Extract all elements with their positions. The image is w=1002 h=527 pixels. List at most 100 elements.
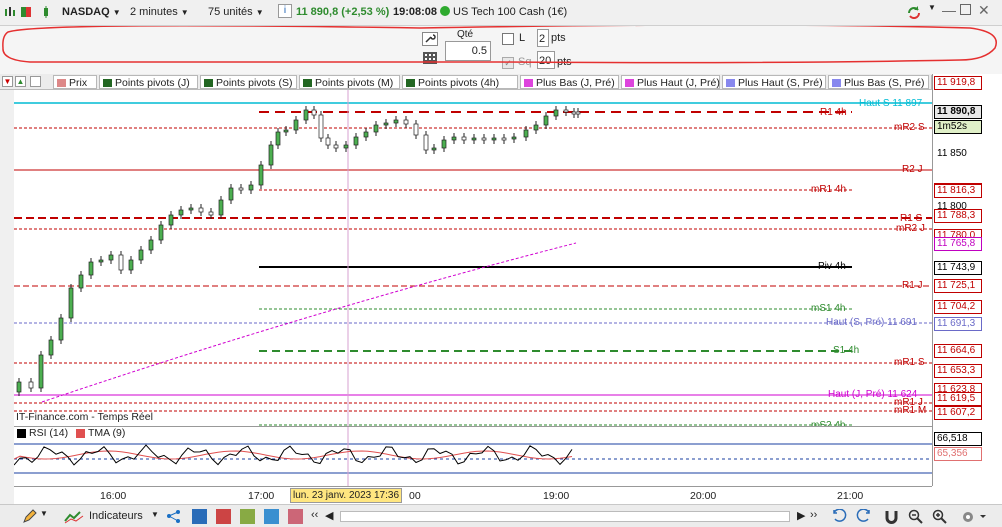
zoom-in-icon[interactable] xyxy=(932,509,947,524)
refresh-icon[interactable] xyxy=(906,5,922,21)
arrow-down-icon[interactable]: ▼ xyxy=(2,76,13,87)
level-label-s1-4h: S1 4h xyxy=(833,345,860,356)
maximize-icon[interactable] xyxy=(960,4,971,15)
indicator-tab[interactable]: Points pivots (M) xyxy=(299,75,400,89)
scroll-next-icon[interactable]: ▶ xyxy=(797,509,805,522)
candle-body xyxy=(383,122,389,126)
candle-body xyxy=(283,129,289,133)
share-icon[interactable] xyxy=(166,509,181,524)
close-icon[interactable]: ✕ xyxy=(978,2,990,19)
candle-icon[interactable] xyxy=(40,6,52,18)
price-label: 11 664,6 xyxy=(934,344,982,358)
tab-color-swatch xyxy=(726,79,735,87)
indicators-icon[interactable] xyxy=(64,509,84,524)
time-scrollbar[interactable] xyxy=(340,511,790,522)
indicator-tab[interactable]: Points pivots (J) xyxy=(99,75,198,89)
level-label-mr1-m: mR1 M xyxy=(894,405,927,416)
rsi-label: RSI (14) xyxy=(29,427,69,439)
candle-body xyxy=(48,339,54,356)
chevron-down-icon[interactable]: ▼ xyxy=(928,3,936,12)
candle-body xyxy=(78,274,84,289)
chart-type-icon[interactable] xyxy=(4,6,16,18)
left-strip xyxy=(0,90,14,504)
order-panel: Qté 0.5 L 2 pts ✓ Sq 20 pts xyxy=(0,26,1002,74)
timeframe-label: 2 minutes xyxy=(130,6,178,18)
tab-color-swatch xyxy=(625,79,634,87)
scroll-prev-icon[interactable]: ◀ xyxy=(325,509,333,522)
price-label: 11 653,3 xyxy=(934,364,982,378)
indicator-tab[interactable]: Plus Haut (J, Pré) xyxy=(621,75,720,89)
time-tick-label: 19:00 xyxy=(543,490,570,502)
candle-body xyxy=(461,136,467,141)
tab-label: Points pivots (M) xyxy=(315,77,394,89)
pen-icon[interactable] xyxy=(22,509,37,524)
timeframe-select[interactable]: 2 minutes ▼ xyxy=(130,6,189,18)
units-select[interactable]: 75 unités ▼ xyxy=(208,6,264,18)
pdf-icon[interactable] xyxy=(216,509,231,524)
arrow-up-icon[interactable]: ▲ xyxy=(15,76,26,87)
chart-canvas[interactable] xyxy=(14,90,932,426)
candle-body xyxy=(373,124,379,133)
chevron-down-icon: ▼ xyxy=(180,8,189,17)
level-label-r1-j: R1 J xyxy=(902,280,923,291)
undo-icon[interactable] xyxy=(832,509,847,524)
price-label: 11 619,5 xyxy=(934,392,982,406)
indicator-tab[interactable]: Points pivots (4h) xyxy=(402,75,518,89)
candle-body xyxy=(353,136,359,146)
indicators-button[interactable]: Indicateurs xyxy=(89,510,143,522)
candle-body xyxy=(248,184,254,191)
magnet-icon[interactable] xyxy=(884,509,899,524)
candle-body xyxy=(343,144,349,149)
price-change: 11 890,8 (+2,53 %) xyxy=(296,6,390,18)
candle-body xyxy=(168,214,174,226)
price-axis: 11 919,811 890,81m52s11 85011 837,011 81… xyxy=(932,74,1002,486)
watermark: IT-Finance.com - Temps Réel xyxy=(16,411,153,423)
price-label: 66,518 xyxy=(934,432,982,446)
scroll-left-icon[interactable]: ‹‹ xyxy=(311,509,318,521)
scroll-right-icon[interactable]: ›› xyxy=(810,509,817,521)
minimize-icon[interactable]: — xyxy=(942,2,956,18)
color-icon[interactable] xyxy=(20,6,32,18)
cursor-time-label: lun. 23 janv. 2023 17:36 xyxy=(290,488,403,503)
candle-body xyxy=(258,164,264,186)
price-chart[interactable]: IT-Finance.com - Temps Réel Haut S 11 89… xyxy=(14,90,932,426)
indicator-tab[interactable]: Prix xyxy=(53,75,97,89)
chevron-down-icon: ▼ xyxy=(112,8,121,17)
units-label: 75 unités xyxy=(208,6,253,18)
tab-color-swatch xyxy=(406,79,415,87)
price-label: 11 743,9 xyxy=(934,261,982,275)
tab-label: Points pivots (J) xyxy=(115,77,190,89)
indicator-tab[interactable]: Points pivots (S) xyxy=(200,75,297,89)
settings-icon[interactable] xyxy=(960,509,990,524)
level-label-piv-4h: Piv 4h xyxy=(818,261,846,272)
candle-body xyxy=(431,147,437,151)
candle-body xyxy=(68,287,74,319)
price-label: 11 765,8 xyxy=(934,237,982,251)
candle-body xyxy=(98,259,104,263)
print-icon[interactable] xyxy=(288,509,303,524)
redo-icon[interactable] xyxy=(856,509,871,524)
info-icon[interactable]: i xyxy=(278,4,292,18)
rsi-canvas[interactable] xyxy=(13,427,932,487)
screen-icon[interactable] xyxy=(30,76,41,87)
price-label: 65,356 xyxy=(934,447,982,461)
price-label: 11 607,2 xyxy=(934,406,982,420)
level-label-mr2-s: mR2 S xyxy=(894,122,925,133)
price-label: 11 919,8 xyxy=(934,76,982,90)
candle-body xyxy=(571,111,577,115)
time-tick-label: 16:00 xyxy=(100,490,127,502)
grid-icon[interactable] xyxy=(240,509,255,524)
window-icon[interactable] xyxy=(264,509,279,524)
chevron-down-icon[interactable]: ▼ xyxy=(151,510,159,519)
zoom-out-icon[interactable] xyxy=(908,509,923,524)
chevron-down-icon[interactable]: ▼ xyxy=(40,509,55,524)
candle-body xyxy=(511,136,517,140)
indicator-tab[interactable]: Plus Haut (S, Pré) xyxy=(722,75,826,89)
candle-body xyxy=(403,119,409,125)
instrument-select[interactable]: NASDAQ ▼ xyxy=(62,6,121,18)
indicator-tab[interactable]: Plus Bas (J, Pré) xyxy=(520,75,619,89)
save-icon[interactable] xyxy=(192,509,207,524)
cash-label: US Tech 100 Cash (1€) xyxy=(453,6,568,18)
indicator-tab[interactable]: Plus Bas (S, Pré) xyxy=(828,75,929,89)
candle-body xyxy=(128,259,134,271)
